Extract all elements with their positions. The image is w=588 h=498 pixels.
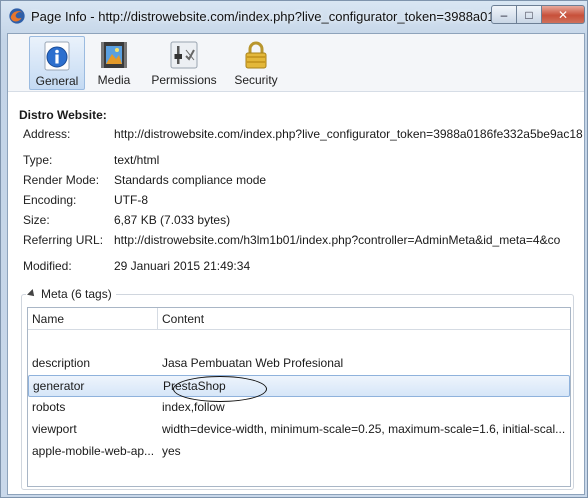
page-info-window: Page Info - http://distrowebsite.com/ind… <box>0 0 588 498</box>
close-icon: ✕ <box>557 7 569 22</box>
site-title: Distro Website: <box>19 108 107 122</box>
maximize-icon: □ <box>525 7 533 22</box>
table-row-selected[interactable]: generator PrestaShop <box>28 375 570 402</box>
meta-content: index,follow <box>162 400 225 414</box>
column-header-content[interactable]: Content <box>158 308 570 330</box>
info-icon <box>44 41 70 71</box>
meta-content: PrestaShop <box>163 379 226 393</box>
size-value[interactable]: 6,87 KB (7.033 bytes) <box>114 213 584 227</box>
referring-url-label: Referring URL: <box>23 233 104 247</box>
tab-general[interactable]: General <box>29 36 85 90</box>
tab-media[interactable]: Media <box>92 36 136 90</box>
tab-media-label: Media <box>97 73 131 87</box>
meta-name: viewport <box>32 422 77 436</box>
meta-content: yes <box>162 444 181 458</box>
meta-legend-label: Meta (6 tags) <box>41 287 112 301</box>
type-value[interactable]: text/html <box>114 153 584 167</box>
address-value[interactable]: http://distrowebsite.com/index.php?live_… <box>114 127 584 141</box>
meta-table-header: Name Content <box>28 308 570 330</box>
address-label: Address: <box>23 127 71 141</box>
modified-label: Modified: <box>23 259 72 273</box>
modified-value[interactable]: 29 Januari 2015 21:49:34 <box>114 259 584 273</box>
table-row[interactable]: apple-mobile-web-ap... yes <box>28 441 570 463</box>
render-mode-label: Render Mode: <box>23 173 100 187</box>
close-button[interactable]: ✕ <box>541 5 585 24</box>
tab-permissions[interactable]: Permissions <box>148 36 220 90</box>
minimize-icon: – <box>500 7 508 22</box>
size-label: Size: <box>23 213 50 227</box>
meta-name: generator <box>33 379 85 393</box>
meta-toggle[interactable]: Meta (6 tags) <box>26 287 116 301</box>
encoding-value[interactable]: UTF-8 <box>114 193 584 207</box>
tab-security[interactable]: Security <box>230 36 282 90</box>
tab-toolbar: General Media Permissions Security <box>8 34 584 92</box>
permissions-icon <box>170 41 198 69</box>
firefox-icon <box>9 8 25 24</box>
title-bar[interactable]: Page Info - http://distrowebsite.com/ind… <box>1 5 588 31</box>
expand-triangle-icon <box>27 289 37 299</box>
table-row[interactable]: description Jasa Pembuatan Web Profesion… <box>28 353 570 375</box>
tab-security-label: Security <box>234 73 278 87</box>
render-mode-value[interactable]: Standards compliance mode <box>114 173 584 187</box>
column-header-name[interactable]: Name <box>28 308 158 330</box>
encoding-label: Encoding: <box>23 193 77 207</box>
maximize-button[interactable]: □ <box>516 5 542 24</box>
tab-general-label: General <box>35 74 79 88</box>
page-info-content: General Media Permissions Security Distr… <box>7 33 585 495</box>
meta-table[interactable]: Name Content description Jasa Pembuatan … <box>27 307 571 487</box>
tab-permissions-label: Permissions <box>151 73 217 87</box>
meta-name: apple-mobile-web-ap... <box>32 444 155 458</box>
type-label: Type: <box>23 153 53 167</box>
meta-name: robots <box>32 400 66 414</box>
media-icon <box>101 42 127 68</box>
referring-url-value[interactable]: http://distrowebsite.com/h3lm1b01/index.… <box>114 233 584 247</box>
meta-name: description <box>32 356 91 370</box>
minimize-button[interactable]: – <box>491 5 517 24</box>
table-row[interactable] <box>28 331 570 353</box>
padlock-icon <box>245 41 267 69</box>
table-row[interactable]: robots index,follow <box>28 397 570 419</box>
table-row[interactable]: viewport width=device-width, minimum-sca… <box>28 419 570 441</box>
meta-content: Jasa Pembuatan Web Profesional <box>162 356 344 370</box>
meta-content: width=device-width, minimum-scale=0.25, … <box>162 422 566 436</box>
window-title: Page Info - http://distrowebsite.com/ind… <box>31 9 501 24</box>
